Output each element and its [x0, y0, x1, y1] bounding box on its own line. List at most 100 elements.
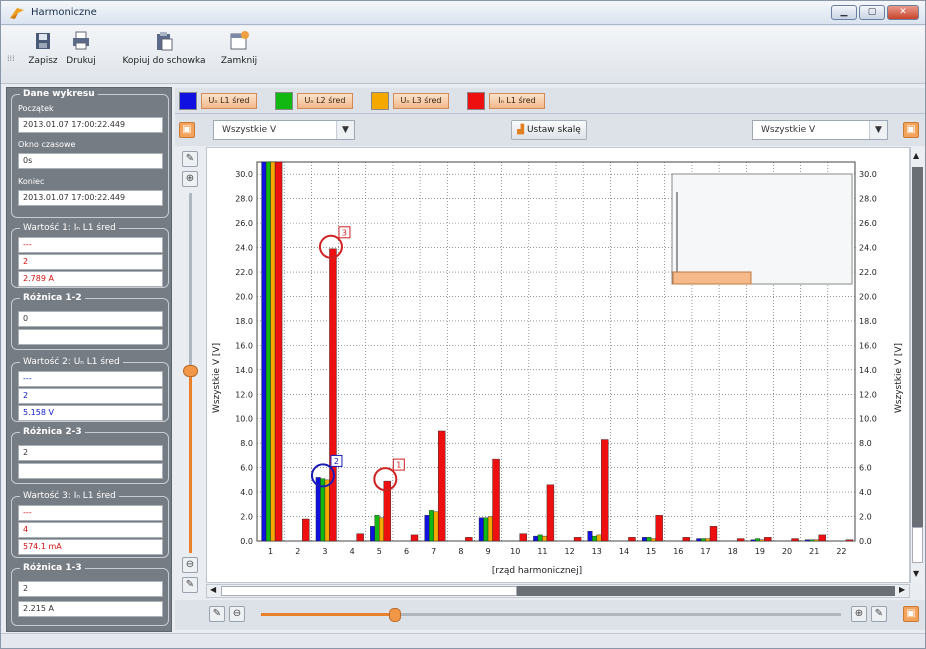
x-tick-label: 19: [755, 547, 765, 556]
value3-line2: 4: [18, 522, 163, 538]
y-tick-label-right: 8.0: [859, 439, 872, 448]
time-window-field[interactable]: 0s: [18, 153, 163, 169]
print-button[interactable]: Drukuj: [63, 30, 99, 66]
bar-Iₙ-L1-śred-h20: [791, 538, 799, 542]
x-tick-label: 20: [782, 547, 792, 556]
left-axis-combo[interactable]: Wszystkie V ▼: [213, 120, 355, 140]
edit-hscale-right-icon[interactable]: ✎: [871, 606, 887, 622]
bar-Iₙ-L1-śred-h3: [329, 248, 337, 542]
set-scale-button[interactable]: ▟ Ustaw skalę: [511, 120, 587, 140]
legend-swatch-ul2[interactable]: [275, 92, 293, 110]
legend-swatch-ul3[interactable]: [371, 92, 389, 110]
bar-Iₙ-L1-śred-h10: [519, 533, 527, 542]
y-tick-label-right: 6.0: [859, 464, 872, 473]
edit-scale-icon[interactable]: ✎: [182, 151, 198, 167]
scroll-right-icon[interactable]: ▶: [899, 585, 905, 594]
bar-Iₙ-L1-śred-h1: [274, 161, 283, 542]
diff13-line1: 2: [18, 581, 163, 597]
harmonics-chart[interactable]: 0.0 2.0 4.0 6.0 8.0 10.0 12.0 14.0 16.0 18.0 20.0 2…: [206, 147, 910, 583]
x-tick-label: 12: [564, 547, 574, 556]
horizontal-scrollbar[interactable]: ◀ ▶: [206, 584, 910, 598]
vertical-scroll-track[interactable]: [912, 167, 923, 527]
x-tick-label: 5: [377, 547, 382, 556]
cursor-marker-label-2: 2: [334, 457, 339, 466]
edit-hscale-icon[interactable]: ✎: [209, 606, 225, 622]
zoom-out-icon[interactable]: ⊖: [182, 557, 198, 573]
legend-button-ul1[interactable]: Uₙ L1 śred: [201, 93, 257, 109]
bar-Uₙ-L2-śred-h19: [755, 538, 761, 542]
edit-scale-bottom-icon[interactable]: ✎: [182, 577, 198, 593]
save-button[interactable]: Zapisz: [23, 30, 63, 66]
x-tick-label: 4: [350, 547, 355, 556]
close-window-button[interactable]: ✕: [887, 5, 919, 20]
maximize-button[interactable]: ▢: [859, 5, 885, 20]
y-tick-label-right: 12.0: [859, 390, 877, 399]
diff23-line2: [18, 463, 163, 479]
bar-Iₙ-L1-śred-h12: [573, 537, 582, 542]
bar-Uₙ-L3-śred-h13: [596, 534, 602, 542]
hzoom-out-icon[interactable]: ⊖: [229, 606, 245, 622]
x-tick-label: 8: [458, 547, 463, 556]
hzoom-thumb[interactable]: [389, 608, 401, 622]
scroll-up-icon[interactable]: ▲: [913, 151, 919, 160]
y-tick-label-right: 28.0: [859, 195, 877, 204]
diff23-title: Różnica 2-3: [20, 427, 85, 437]
bar-Iₙ-L1-śred-h4: [356, 533, 364, 542]
bar-Iₙ-L1-śred-h13: [601, 439, 609, 542]
toolbar: ⁞⁞⁞ Zapisz Drukuj Kopiuj do schowka Zamk…: [1, 26, 925, 84]
x-tick-label: 17: [700, 547, 710, 556]
close-button[interactable]: Zamknij: [217, 30, 261, 66]
vertical-zoom-panel: ✎ ⊕ ⊖ ✎ ▣: [178, 147, 204, 625]
horizontal-scroll-thumb[interactable]: [221, 586, 517, 596]
hzoom-in-icon[interactable]: ⊕: [851, 606, 867, 622]
vertical-scroll-thumb[interactable]: [912, 527, 923, 563]
legend-button-il1[interactable]: Iₙ L1 śred: [489, 93, 545, 109]
bar-Uₙ-L3-śred-h15: [650, 538, 656, 542]
vertical-zoom-fill: [189, 373, 192, 553]
bar-Uₙ-L2-śred-h3: [320, 478, 326, 542]
y-tick-label: 0.0: [240, 537, 253, 546]
y-tick-label-right: 30.0: [859, 170, 877, 179]
start-field[interactable]: 2013.01.07 17:00:22.449: [18, 117, 163, 133]
end-label: Koniec: [18, 177, 45, 186]
cursor-right-icon[interactable]: ▣: [903, 122, 919, 138]
y-tick-label-right: 20.0: [859, 292, 877, 301]
diff13-line2: 2.215 A: [18, 601, 163, 617]
y-tick-label: 22.0: [235, 268, 253, 277]
end-field[interactable]: 2013.01.07 17:00:22.449: [18, 190, 163, 206]
horizontal-scroll-track[interactable]: [517, 586, 895, 596]
overview-minimap[interactable]: [671, 173, 853, 285]
bar-Uₙ-L2-śred-h21: [809, 539, 815, 542]
toolbar-grip[interactable]: ⁞⁞⁞: [7, 54, 15, 63]
value1-group: Wartość 1: Iₙ L1 śred --- 2 2.789 A: [11, 223, 169, 288]
scroll-left-icon[interactable]: ◀: [210, 585, 216, 594]
cursor-left-icon[interactable]: ▣: [179, 122, 195, 138]
bar-Uₙ-L2-śred-h9: [483, 517, 489, 542]
copy-to-clipboard-button[interactable]: Kopiuj do schowka: [119, 30, 209, 66]
vertical-scrollbar[interactable]: ▲ ▼: [910, 147, 924, 583]
legend-swatch-il1[interactable]: [467, 92, 485, 110]
zoom-in-icon[interactable]: ⊕: [182, 171, 198, 187]
legend-button-ul2[interactable]: Uₙ L2 śred: [297, 93, 353, 109]
value2-line2: 2: [18, 388, 163, 404]
vertical-zoom-thumb[interactable]: [183, 365, 198, 377]
app-icon: [10, 8, 24, 19]
y-tick-label-right: 4.0: [859, 488, 872, 497]
diff12-line2: [18, 329, 163, 345]
y-ticks-left: 0.0 2.0 4.0 6.0 8.0 10.0 12.0 14.0 16.0 18.0 20.0 2…: [235, 170, 253, 546]
minimize-button[interactable]: ▁: [831, 5, 857, 20]
value2-line3: 5.158 V: [18, 405, 163, 421]
print-icon: [73, 31, 89, 50]
scroll-down-icon[interactable]: ▼: [913, 569, 919, 578]
right-axis-combo[interactable]: Wszystkie V ▼: [752, 120, 888, 140]
x-tick-label: 6: [404, 547, 409, 556]
bar-Uₙ-L3-śred-h17: [705, 538, 711, 542]
legend-swatch-ul1[interactable]: [179, 92, 197, 110]
y-tick-label: 26.0: [235, 219, 253, 228]
cursor-bottom-right-icon[interactable]: ▣: [903, 606, 919, 622]
diff23-line1: 2: [18, 445, 163, 461]
title-bar[interactable]: Harmoniczne ▁ ▢ ✕: [1, 1, 925, 25]
y-tick-label: 16.0: [235, 341, 253, 350]
bar-Uₙ-L2-śred-h1: [265, 161, 271, 542]
legend-button-ul3[interactable]: Uₙ L3 śred: [393, 93, 449, 109]
